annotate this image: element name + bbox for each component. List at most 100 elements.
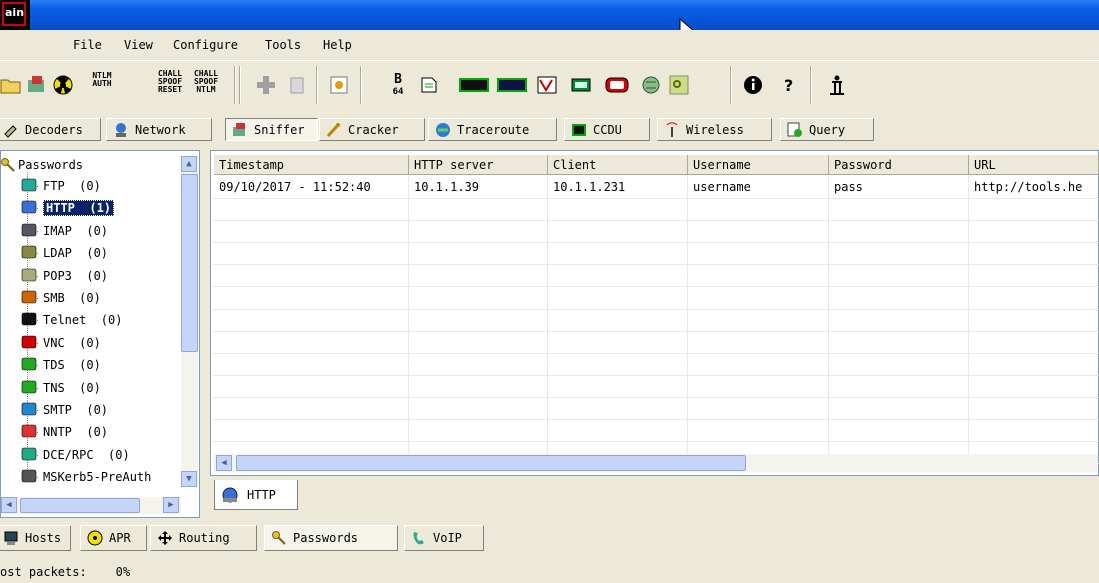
tree-item[interactable]: MSKerb5-PreAuth [19, 466, 151, 488]
column-header[interactable]: Username [688, 155, 829, 175]
wep-icon[interactable] [458, 74, 490, 96]
grid-line [213, 419, 1099, 420]
menu-tools[interactable]: Tools [265, 38, 301, 52]
menu-help[interactable]: Help [323, 38, 352, 52]
tab-network[interactable]: Network [106, 118, 212, 141]
scroll-up-icon[interactable]: ▲ [181, 156, 197, 172]
base64-button[interactable]: B 64 [386, 73, 410, 98]
calculator-icon[interactable] [570, 74, 592, 96]
bottom-tab-hosts[interactable]: Hosts [0, 525, 71, 551]
apr-poison-icon[interactable] [52, 74, 74, 96]
tree-root-label[interactable]: Passwords [18, 158, 83, 172]
exit-icon[interactable] [826, 74, 848, 96]
chall-line3: RESET [157, 85, 183, 94]
tab-label: CCDU [593, 122, 622, 137]
bottom-tab-label: VoIP [433, 531, 462, 545]
scroll-down-icon[interactable]: ▼ [181, 471, 197, 487]
grid-line [213, 308, 1099, 310]
tree-item[interactable]: NNTP (0) [19, 421, 108, 443]
cracker-icon [326, 122, 340, 137]
grid-line [213, 242, 1099, 244]
grid-line [213, 374, 1099, 376]
tab-decoders[interactable]: Decoders [0, 118, 101, 141]
tab-query[interactable]: Query [780, 118, 874, 141]
tab-cracker[interactable]: Cracker [319, 118, 425, 141]
toolbar-separator [234, 66, 236, 104]
tab-wireless[interactable]: Wireless [657, 118, 772, 141]
column-header[interactable]: Client [548, 155, 688, 175]
menu-bar [0, 30, 1099, 58]
tree-item-label: POP3 (0) [43, 268, 109, 283]
tree-item[interactable]: SMB (0) [19, 287, 101, 309]
chall-spoof-reset-button[interactable]: CHALL SPOOF RESET [157, 70, 183, 94]
tab-ccdu[interactable]: CCDU [564, 118, 650, 141]
password-key-icon[interactable] [668, 74, 690, 96]
tree-item[interactable]: TDS (0) [19, 354, 101, 376]
status-bar: ost packets: 0% [0, 560, 1099, 583]
open-folder-icon[interactable] [0, 74, 22, 96]
scroll-left-icon[interactable]: ◀ [216, 455, 232, 471]
start-sniffer-icon[interactable] [26, 74, 48, 96]
tree-item[interactable]: LDAP (0) [19, 242, 108, 264]
tree-hscroll-thumb[interactable] [20, 498, 140, 513]
scroll-right-icon[interactable]: ▶ [163, 497, 179, 513]
bottom-tab-passwords[interactable]: Passwords [264, 525, 398, 551]
bottom-tab-voip[interactable]: VoIP [404, 525, 484, 551]
column-header[interactable]: URL [969, 155, 1099, 175]
bottom-tab-routing[interactable]: Routing [150, 525, 257, 551]
tree-item[interactable]: FTP (0) [19, 175, 101, 197]
delete-icon[interactable] [286, 74, 308, 96]
tree-scroll-thumb[interactable] [181, 174, 198, 352]
menu-view[interactable]: View [124, 38, 153, 52]
column-header[interactable]: Password [829, 155, 969, 175]
voip-phone-icon [413, 532, 424, 545]
help-icon[interactable]: ? [778, 74, 800, 96]
bottom-tab-apr[interactable]: APR [80, 525, 147, 551]
cisco-icon[interactable] [604, 74, 630, 96]
tree-item[interactable]: TNS (0) [19, 377, 101, 399]
add-icon[interactable] [255, 74, 277, 96]
tree-item[interactable]: DCE/RPC (0) [19, 444, 130, 466]
ccdu-icon [572, 123, 586, 136]
tree-item[interactable]: SMTP (0) [19, 399, 108, 421]
note-icon[interactable] [418, 74, 440, 96]
toolbar-separator [360, 66, 362, 104]
tree-item[interactable]: Telnet (0) [19, 309, 122, 331]
grid-line [828, 176, 829, 454]
tree-item-label: Telnet (0) [43, 313, 123, 328]
table-hscroll-thumb[interactable] [236, 455, 746, 471]
menu-file[interactable]: File [73, 38, 102, 52]
tree-item-label: TNS (0) [43, 380, 101, 395]
about-info-icon[interactable] [742, 74, 764, 96]
subtab-http[interactable]: HTTP [214, 480, 298, 510]
vpn-icon[interactable] [496, 74, 528, 96]
menu-configure[interactable]: Configure [173, 38, 238, 52]
http-globe-icon [222, 487, 238, 502]
protocol-icon [21, 425, 37, 438]
app-icon[interactable]: ain [0, 0, 30, 30]
tree-item[interactable]: IMAP (0) [19, 220, 108, 242]
tree-item-label: SMTP (0) [43, 403, 109, 417]
tab-traceroute[interactable]: Traceroute [428, 118, 557, 141]
chall-spoof-ntlm-button[interactable]: CHALL SPOOF NTLM [193, 70, 219, 94]
grid-line [687, 176, 688, 454]
ntlm-auth-button[interactable]: NTLM AUTH [89, 72, 115, 88]
certificate-icon[interactable] [328, 74, 350, 96]
tab-label: Network [135, 122, 186, 137]
scroll-left-icon[interactable]: ◀ [1, 497, 17, 513]
tree-item[interactable]: VNC (0) [19, 332, 101, 354]
tree-item[interactable]: POP3 (0) [19, 265, 108, 287]
column-header[interactable]: HTTP server [409, 155, 548, 175]
protocol-icon [21, 447, 37, 461]
traceroute-icon [436, 122, 450, 137]
tree-item[interactable]: HTTP (1) [19, 197, 115, 219]
grid-line [213, 264, 1099, 266]
toolbar-separator [730, 66, 732, 104]
protocol-icon [21, 245, 37, 259]
column-header[interactable]: Timestamp [214, 155, 409, 175]
hash-calculator-icon[interactable] [640, 74, 662, 96]
base64-64: 64 [392, 87, 404, 97]
tree-item-label: NNTP (0) [43, 425, 109, 440]
vnc-tool-icon[interactable] [536, 74, 558, 96]
tab-sniffer[interactable]: Sniffer [225, 118, 318, 141]
